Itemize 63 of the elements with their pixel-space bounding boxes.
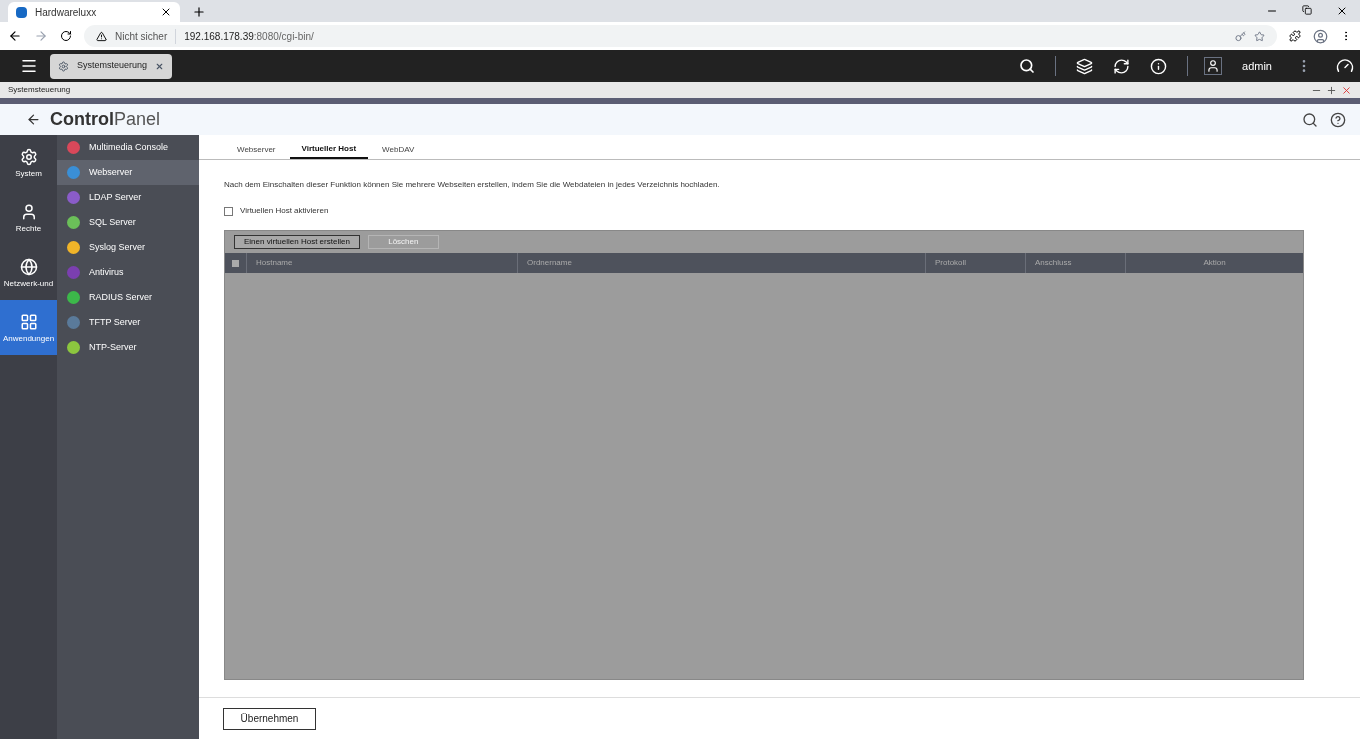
menu-item[interactable]: Multimedia Console (57, 135, 199, 160)
menu-item[interactable]: LDAP Server (57, 185, 199, 210)
security-label: Nicht sicher (115, 28, 177, 44)
dashboard-icon[interactable] (1336, 57, 1354, 75)
window-title: Systemsteuerung (8, 84, 72, 96)
tab[interactable]: Webserver (225, 141, 288, 159)
close-window-icon[interactable] (1336, 5, 1348, 17)
description: Nach dem Einschalten dieser Funktion können Sie mehrere Webseiten erstellen, indem Sie die Webdateien in jedes Verzeichnis hochladen. (224, 179, 721, 191)
menu-item[interactable]: Antivirus (57, 260, 199, 285)
gear-icon (58, 60, 69, 72)
sync-icon[interactable] (1113, 57, 1131, 75)
checkbox-label: Virtuellen Host aktivieren (240, 205, 329, 217)
column-header[interactable]: Hostname (247, 253, 518, 273)
menu-item[interactable]: Syslog Server (57, 235, 199, 260)
nav-item[interactable]: Anwendungen (0, 300, 57, 355)
select-all-checkbox[interactable] (232, 259, 239, 267)
stack-icon[interactable] (1076, 57, 1094, 75)
toolbar-button[interactable]: Einen virtuellen Host erstellen (234, 235, 360, 249)
url-text: 192.168.178.39:8080/cgi-bin/ (184, 29, 314, 44)
menu-item[interactable]: Webserver (57, 160, 199, 185)
tab[interactable]: WebDAV (370, 141, 427, 159)
column-header[interactable]: Ordnername (518, 253, 926, 273)
nav-item[interactable]: System (0, 135, 57, 190)
close-icon[interactable] (160, 6, 172, 18)
key-icon[interactable] (1235, 30, 1246, 42)
search-icon[interactable] (1302, 111, 1318, 128)
maximize-icon[interactable] (1326, 84, 1337, 96)
globe-icon (19, 257, 38, 276)
back-icon[interactable] (26, 112, 41, 127)
avatar-icon[interactable] (1204, 57, 1223, 75)
site-icon (16, 6, 27, 18)
checkbox[interactable] (224, 206, 233, 216)
gear-icon (19, 147, 38, 166)
grid-icon (19, 312, 38, 331)
back-icon[interactable] (8, 29, 22, 43)
column-header[interactable]: Aktion (1126, 253, 1303, 273)
menu-icon[interactable] (20, 57, 38, 75)
apply-button[interactable]: Übernehmen (223, 707, 316, 730)
column-header[interactable]: Anschluss (1026, 253, 1126, 273)
restore-icon[interactable] (1302, 5, 1312, 15)
column-header[interactable]: Protokoll (926, 253, 1026, 273)
nav-item[interactable]: Netzwerk-und (0, 245, 57, 300)
menu-item[interactable]: SQL Server (57, 210, 199, 235)
browser-tab[interactable]: Hardwareluxx (8, 2, 180, 22)
nav-item[interactable]: Rechte (0, 190, 57, 245)
tab[interactable]: Virtueller Host (289, 141, 369, 159)
new-tab-icon[interactable] (192, 5, 206, 19)
star-icon[interactable] (1254, 30, 1265, 42)
app-title: ControlPanel (50, 108, 162, 131)
tab-title: Hardwareluxx (35, 5, 98, 20)
user-menu[interactable]: admin (1242, 57, 1272, 75)
warning-icon (96, 30, 107, 42)
help-icon[interactable] (1330, 111, 1346, 128)
extensions-icon[interactable] (1289, 30, 1301, 42)
menu-item[interactable]: NTP-Server (57, 335, 199, 360)
menu-item[interactable]: RADIUS Server (57, 285, 199, 310)
profile-icon[interactable] (1313, 28, 1328, 44)
app-tab[interactable]: Systemsteuerung (50, 53, 173, 79)
address-field[interactable]: Nicht sicher 192.168.178.39:8080/cgi-bin/ (84, 25, 1277, 47)
reload-icon[interactable] (60, 30, 72, 42)
search-icon[interactable] (1019, 58, 1036, 74)
menu-item[interactable]: TFTP Server (57, 310, 199, 335)
info-icon[interactable] (1150, 57, 1168, 75)
